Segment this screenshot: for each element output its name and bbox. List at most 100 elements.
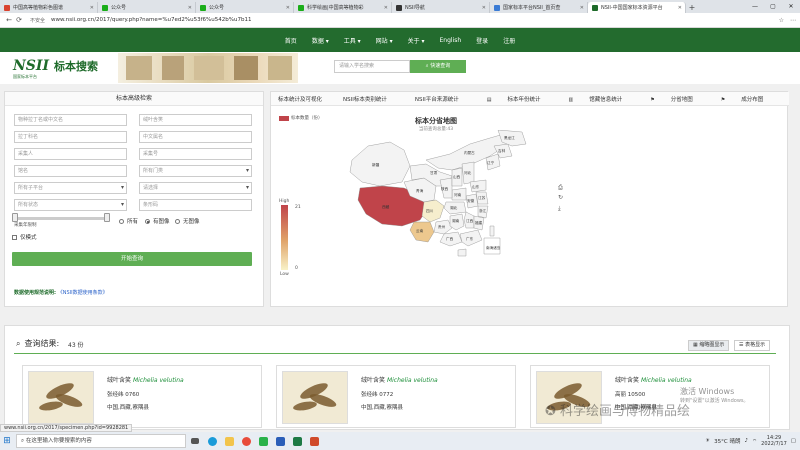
quick-search-button[interactable]: ⌕ 快速查询 <box>410 60 466 73</box>
volume-icon[interactable]: ♪ <box>744 438 748 444</box>
label-liaoning: 辽宁 <box>487 160 495 165</box>
file-explorer-icon[interactable] <box>221 434 237 448</box>
tab-close-icon[interactable]: ✕ <box>90 5 94 11</box>
refresh-icon[interactable]: ⟳ <box>14 16 24 24</box>
start-query-button[interactable]: 开始查询 <box>12 252 252 266</box>
back-icon[interactable]: ← <box>4 16 14 24</box>
menu-dots-icon[interactable]: ⋯ <box>790 17 796 24</box>
result-card[interactable]: 绒叶含笑 Michelia velutina 张经纬 0772 中国,西藏,察隅县 <box>276 365 516 428</box>
site-nav-item-1[interactable]: 数据 ▾ <box>312 36 329 45</box>
site-logo[interactable]: NSII 标本搜索 国家标本平台 <box>13 58 98 79</box>
select-field-7[interactable]: 所有门类 <box>139 165 252 177</box>
year-slider-max-handle[interactable] <box>104 213 110 222</box>
browser-tab-0[interactable]: 中国高等植物彩色图谱 ✕ <box>0 2 98 13</box>
weather-text[interactable]: 35°C 晴朗 <box>714 437 740 445</box>
label-south-sea: 南海诸岛 <box>486 245 501 250</box>
visualmap-gradient[interactable] <box>281 205 288 270</box>
site-nav-item-7[interactable]: 注册 <box>503 36 515 45</box>
stats-tab-4[interactable]: ⚑ 分省地图 <box>636 95 707 103</box>
site-nav-item-5[interactable]: English <box>440 37 462 44</box>
input-field-5[interactable]: 采集号 <box>139 148 252 160</box>
radio-circle[interactable] <box>119 218 124 224</box>
input-field-6[interactable]: 馆名 <box>14 165 127 177</box>
site-nav-item-6[interactable]: 登录 <box>476 36 488 45</box>
input-field-3[interactable]: 中文属名 <box>139 131 252 143</box>
close-window-icon[interactable]: ✕ <box>782 0 800 13</box>
site-nav-item-4[interactable]: 关于 ▾ <box>408 36 425 45</box>
label-qinghai: 青海 <box>416 188 424 193</box>
network-icon[interactable]: ⌔ <box>752 438 757 445</box>
map-save-icon[interactable]: ⎙ <box>558 184 563 192</box>
minimize-icon[interactable]: — <box>746 0 764 13</box>
browser-tab-4[interactable]: NSII导航 ✕ <box>392 2 490 13</box>
insecure-label[interactable]: 不安全 <box>30 17 45 24</box>
image-filter-radio-2[interactable]: 无图像 <box>175 217 200 225</box>
browser-tab-3[interactable]: 科学绘画|中国高等植物彩 ✕ <box>294 2 392 13</box>
browser-tab-6[interactable]: NSII-中国国家标本资源平台 ✕ <box>588 2 686 13</box>
input-field-1[interactable]: 绒叶含笑 <box>139 114 252 126</box>
powerpoint-icon[interactable] <box>306 434 322 448</box>
year-slider-min-handle[interactable] <box>12 213 18 222</box>
browser-tab-1[interactable]: 公众号 ✕ <box>98 2 196 13</box>
checkbox-box[interactable] <box>12 234 17 240</box>
input-field-2[interactable]: 拉丁科名 <box>14 131 127 143</box>
stats-tab-2[interactable]: ▤ 标本年份统计 <box>473 95 555 103</box>
tab-close-icon[interactable]: ✕ <box>384 5 388 11</box>
year-slider-track[interactable] <box>14 217 110 220</box>
type-only-checkbox[interactable]: 仅模式 <box>12 233 37 241</box>
label-xinjiang: 新疆 <box>372 162 380 167</box>
tab-close-icon[interactable]: ✕ <box>580 5 584 11</box>
chrome-icon[interactable] <box>238 434 254 448</box>
edge-icon[interactable] <box>204 434 220 448</box>
taskbar-search[interactable]: ⌕ 在这里输入你要搜索的内容 <box>16 434 186 448</box>
new-tab-button[interactable]: + <box>686 2 698 13</box>
results-title: ⌕ 查询结果: <box>16 338 60 349</box>
word-icon[interactable] <box>272 434 288 448</box>
input-field-0[interactable]: 物种拉丁名或中文名 <box>14 114 127 126</box>
china-province-map[interactable]: 新疆 西藏 青海 甘肃 内蒙古 四川 云南 贵州 广西 广东 湖南 湖北 江西 … <box>340 130 530 260</box>
input-field-11[interactable]: 条形码 <box>139 199 252 211</box>
tab-close-icon[interactable]: ✕ <box>482 5 486 11</box>
excel-icon[interactable] <box>289 434 305 448</box>
quick-search-input[interactable]: 请输入学名搜索 <box>334 60 410 73</box>
image-filter-radio-0[interactable]: 所有 <box>119 217 138 225</box>
thumbnail-view-button[interactable]: ▦ 缩略图显示 <box>688 340 730 351</box>
stats-tab-1[interactable]: NSII平台来源统计 <box>401 95 473 103</box>
data-terms-link[interactable]: 《NSII数据使用条款》 <box>58 290 108 296</box>
stats-tab-0[interactable]: NSII标本类别统计 <box>329 95 401 103</box>
tab-favicon-icon <box>494 4 500 11</box>
map-download-icon[interactable]: ⤓ <box>558 205 561 213</box>
select-field-10[interactable]: 所有状态 <box>14 199 127 211</box>
input-field-4[interactable]: 采集人 <box>14 148 127 160</box>
select-field-9[interactable]: 请选择 <box>139 182 252 194</box>
radio-circle[interactable] <box>145 218 150 224</box>
browser-tab-5[interactable]: 国家标本平台NSII_首页查 ✕ <box>490 2 588 13</box>
notification-icon[interactable]: ▢ <box>791 438 796 444</box>
clock[interactable]: 14:29 2022/7/17 <box>761 435 787 447</box>
wechat-taskbar-icon[interactable] <box>255 434 271 448</box>
tab-close-icon[interactable]: ✕ <box>678 5 682 11</box>
site-nav-item-0[interactable]: 首页 <box>285 36 297 45</box>
map-restore-icon[interactable]: ↻ <box>558 194 563 201</box>
specimen-thumbnail[interactable] <box>28 371 94 424</box>
radio-circle[interactable] <box>175 218 180 224</box>
specimen-thumbnail[interactable] <box>282 371 348 424</box>
task-view-icon[interactable] <box>187 434 203 448</box>
select-field-8[interactable]: 所有子平台 <box>14 182 127 194</box>
stats-tab-3[interactable]: ▥ 馆藏信息统计 <box>554 95 636 103</box>
legend-swatch[interactable] <box>279 116 289 121</box>
stats-tab-5[interactable]: ⚑ 成分布图 <box>707 95 778 103</box>
maximize-icon[interactable]: ▢ <box>764 0 782 13</box>
windows-start-icon[interactable]: ⊞ <box>0 436 14 446</box>
result-card[interactable]: 绒叶含笑 Michelia velutina 张经纬 0760 中国,西藏,察隅县 <box>22 365 262 428</box>
tab-icon: ⚑ <box>650 96 655 103</box>
tab-close-icon[interactable]: ✕ <box>188 5 192 11</box>
star-icon[interactable]: ☆ <box>779 17 784 24</box>
browser-tab-2[interactable]: 公众号 ✕ <box>196 2 294 13</box>
tab-close-icon[interactable]: ✕ <box>286 5 290 11</box>
site-nav-item-3[interactable]: 网站 ▾ <box>376 36 393 45</box>
url-field[interactable]: www.nsii.org.cn/2017/query.php?name=%u7e… <box>51 17 251 23</box>
image-filter-radio-1[interactable]: 有图像 <box>145 217 170 225</box>
table-view-button[interactable]: ☰ 表格显示 <box>734 340 771 351</box>
site-nav-item-2[interactable]: 工具 ▾ <box>344 36 361 45</box>
